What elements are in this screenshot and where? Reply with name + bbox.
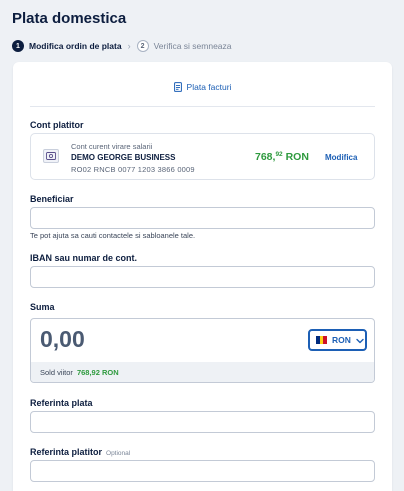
step-1: 1 Modifica ordin de plata	[12, 40, 122, 52]
romania-flag-icon	[316, 336, 328, 344]
balance-currency: RON	[282, 151, 309, 163]
step-2-label: Verifica si semneaza	[153, 41, 232, 51]
bank-account-icon	[43, 149, 59, 163]
payer-ref-label: Referinta platitor Optional	[30, 447, 130, 457]
iban-label: IBAN sau numar de cont.	[30, 253, 138, 263]
account-balance: 768,92 RON	[255, 151, 309, 163]
optional-tag: Optional	[106, 450, 131, 457]
chevron-right-icon: ›	[127, 41, 131, 51]
step-1-label: Modifica ordin de plata	[29, 41, 122, 51]
beneficiary-input[interactable]	[30, 207, 375, 229]
payer-section-label: Cont platitor	[30, 120, 84, 130]
balance-main: 768,	[255, 151, 276, 163]
amount-box: 0,00 RON Sold viitor 768,92 RON	[30, 318, 375, 383]
plata-facturi-label: Plata facturi	[186, 82, 232, 92]
chevron-down-icon	[356, 331, 364, 349]
amount-input[interactable]: 0,00	[40, 326, 85, 353]
account-iban: RO02 RNCB 0077 1203 3866 0009	[71, 165, 195, 174]
payer-ref-label-text: Referinta platitor	[30, 447, 103, 457]
balance-decimals: 92	[275, 151, 283, 158]
step-2-number: 2	[136, 40, 149, 52]
amount-label: Suma	[30, 302, 55, 312]
step-2: 2 Verifica si semneaza	[136, 40, 232, 52]
beneficiary-hint: Te pot ajuta sa cauti contactele si sabl…	[30, 231, 196, 240]
payment-form-card: Plata facturi Cont platitor Cont curent …	[13, 62, 392, 491]
document-icon	[173, 82, 182, 92]
account-name: DEMO GEORGE BUSINESS	[71, 153, 176, 162]
payment-ref-label: Referinta plata	[30, 398, 93, 408]
beneficiary-label: Beneficiar	[30, 194, 74, 204]
page-title: Plata domestica	[12, 10, 127, 27]
divider	[30, 106, 375, 107]
future-balance-bar: Sold viitor 768,92 RON	[31, 362, 374, 382]
currency-code: RON	[332, 335, 351, 345]
payer-account-card: Cont curent virare salarii DEMO GEORGE B…	[30, 133, 375, 180]
account-type: Cont curent virare salarii	[71, 142, 153, 151]
payer-ref-input[interactable]	[30, 460, 375, 482]
sold-label: Sold viitor	[40, 367, 73, 377]
step-1-number: 1	[12, 40, 24, 52]
plata-facturi-link[interactable]: Plata facturi	[13, 82, 392, 92]
iban-input[interactable]	[30, 266, 375, 288]
payment-ref-input[interactable]	[30, 411, 375, 433]
sold-value: 768,92 RON	[76, 367, 119, 377]
modify-account-button[interactable]: Modifica	[325, 153, 357, 162]
currency-select[interactable]: RON	[308, 329, 367, 351]
stepper: 1 Modifica ordin de plata › 2 Verifica s…	[12, 40, 232, 52]
